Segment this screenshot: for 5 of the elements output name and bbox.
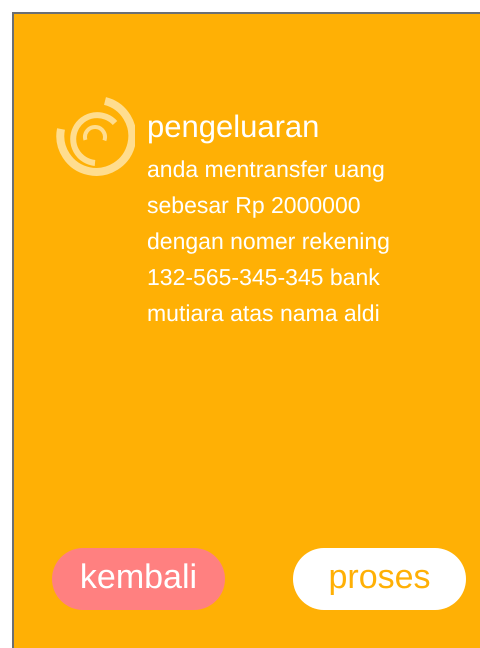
process-button[interactable]: proses bbox=[293, 548, 466, 610]
title: pengeluaran bbox=[147, 109, 320, 145]
back-button[interactable]: kembali bbox=[52, 548, 225, 610]
message-text: anda mentransfer uang sebesar Rp 2000000 dengan nomer rekening 132-565-345-345 bank mutiara atas nama aldi bbox=[147, 155, 391, 328]
spiral-icon bbox=[55, 97, 135, 177]
